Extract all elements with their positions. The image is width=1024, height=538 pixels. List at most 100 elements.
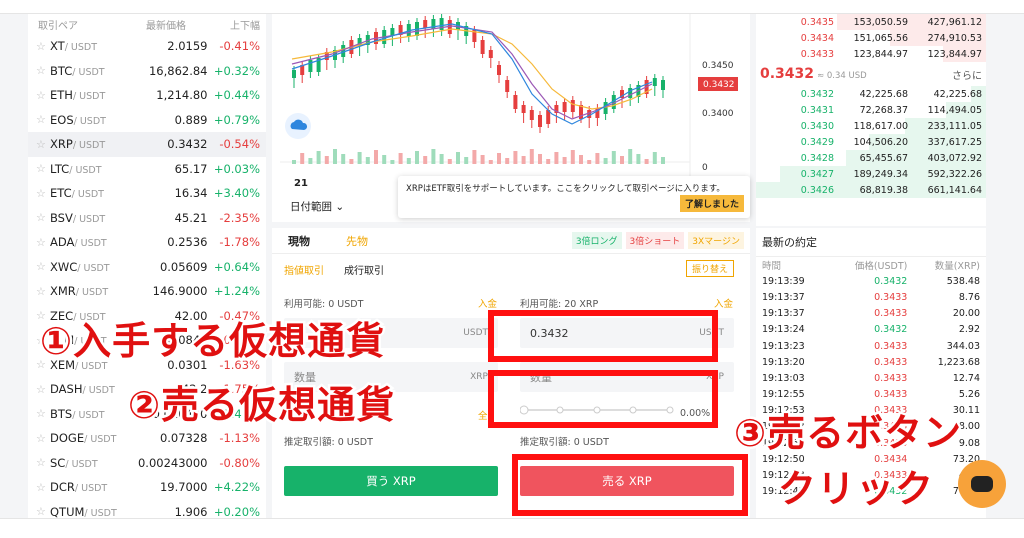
star-icon[interactable]: ☆ [36,432,50,445]
tooltip-ok-button[interactable]: 了解しました [679,195,744,212]
badge-3x-short[interactable]: 3倍ショート [625,232,685,249]
market-row[interactable]: ☆ BSV/ USDT 45.21 -2.35% [28,206,266,231]
book-amount: 104,506.20 [853,136,908,148]
tab-market[interactable]: 成行取引 [344,262,384,277]
bid-row[interactable]: 0.3427 189,249.34 592,322.26 [756,166,986,182]
market-row[interactable]: ☆ DOGE/ USDT 0.07328 -1.13% [28,426,266,451]
change-header: 上下幅 [230,20,260,32]
star-icon[interactable]: ☆ [36,187,50,200]
annotation-3-line1: ③売るボタン [731,409,963,458]
market-header: 取引ペア 最新価格 上下幅 [28,14,266,34]
star-icon[interactable]: ☆ [36,64,50,77]
last-price: 0.889 [174,112,208,127]
star-icon[interactable]: ☆ [36,236,50,249]
star-icon[interactable]: ☆ [36,138,50,151]
ask-row[interactable]: 0.3434 151,065.56 274,910.53 [756,30,986,46]
volume-bar [365,157,370,164]
buy-all-mark[interactable]: 全 [478,408,488,422]
date-label: 21 [294,178,308,189]
star-icon[interactable]: ☆ [36,162,50,175]
book-amount: 123,844.97 [853,48,908,60]
bid-row[interactable]: 0.3428 65,455.67 403,072.92 [756,150,986,166]
date-range-dropdown[interactable]: 日付範囲 ⌄ [290,200,344,213]
ask-row[interactable]: 0.3435 153,050.59 427,961.12 [756,14,986,30]
volume-bar [390,160,395,164]
star-icon[interactable]: ☆ [36,407,50,420]
market-row[interactable]: ☆ QTUM/ USDT 1.906 +0.20% [28,500,266,518]
star-icon[interactable]: ☆ [36,383,50,396]
trades-header: 時間 価格(USDT) 数量(XRP) [756,257,986,273]
sell-deposit-link[interactable]: 入金 [714,296,733,310]
volume-bar [529,149,534,164]
price-change: -1.13% [219,431,260,446]
badge-3x-margin[interactable]: 3Xマージン [688,232,744,249]
bid-row[interactable]: 0.3430 118,617.00 233,111.05 [756,118,986,134]
market-row[interactable]: ☆ SC/ USDT 0.00243000 -0.80% [28,451,266,476]
tab-futures[interactable]: 先物 [346,233,368,249]
market-row[interactable]: ☆ DCR/ USDT 19.7000 +4.22% [28,475,266,500]
market-row[interactable]: ☆ ETC/ USDT 16.34 +3.40% [28,181,266,206]
star-icon[interactable]: ☆ [36,113,50,126]
volume-bar [587,160,592,164]
chat-support-button[interactable] [958,460,1006,508]
price-change: +0.03% [213,161,260,176]
pair-name: LTC/ USDT [50,161,102,176]
market-row[interactable]: ☆ ADA/ USDT 0.2536 -1.78% [28,230,266,255]
market-row[interactable]: ☆ LTC/ USDT 65.17 +0.03% [28,157,266,182]
volume-bar [464,157,469,164]
trade-qty: 2.92 [958,324,981,336]
star-icon[interactable]: ☆ [36,211,50,224]
trade-price: 0.3432 [874,324,908,336]
chat-icon [971,476,993,492]
market-row[interactable]: ☆ XMR/ USDT 146.9000 +1.24% [28,279,266,304]
trade-row: 19:13:03 0.3433 12.74 [756,370,986,386]
volume-bar [415,151,419,164]
book-price: 0.3431 [800,104,834,116]
market-row[interactable]: ☆ EOS/ USDT 0.889 +0.79% [28,108,266,133]
pair-name: XMR/ USDT [50,284,109,299]
star-icon[interactable]: ☆ [36,89,50,102]
tooltip-text: XRPはETF取引をサポートしています。ここをクリックして取引ページに入ります。 [406,184,725,194]
price-change: +4.22% [213,480,260,495]
market-row[interactable]: ☆ XT/ USDT 2.0159 -0.41% [28,34,266,59]
bid-row[interactable]: 0.3431 72,268.37 114,494.05 [756,102,986,118]
star-icon[interactable]: ☆ [36,505,50,518]
price-header: 最新価格 [146,20,186,32]
star-icon[interactable]: ☆ [36,456,50,469]
price-label-low: 0.3400 [702,109,734,119]
trade-row: 19:13:20 0.3433 1,223.68 [756,354,986,370]
last-price: 146.9000 [152,284,208,299]
ask-row[interactable]: 0.3433 123,844.97 123,844.97 [756,46,986,62]
badge-3x-long[interactable]: 3倍ロング [571,232,622,249]
trade-row: 19:13:23 0.3433 344.03 [756,338,986,354]
volume-bar [439,154,444,164]
book-total: 661,141.64 [927,184,982,196]
volume-bar [652,152,657,164]
star-icon[interactable]: ☆ [36,285,50,298]
price-change: +3.40% [213,186,260,201]
more-link[interactable]: さらに [952,67,982,82]
bid-row[interactable]: 0.3426 68,819.38 661,141.64 [756,182,986,198]
last-price: 16.34 [174,186,208,201]
star-icon[interactable]: ☆ [36,40,50,53]
market-row[interactable]: ☆ BTC/ USDT 16,862.84 +0.32% [28,59,266,84]
volume-bar [382,155,387,164]
buy-deposit-link[interactable]: 入金 [478,296,497,310]
bid-row[interactable]: 0.3432 42,225.68 42,225.68 [756,86,986,102]
market-row[interactable]: ☆ XWC/ USDT 0.05609 +0.64% [28,255,266,280]
bid-row[interactable]: 0.3429 104,506.20 337,617.25 [756,134,986,150]
star-icon[interactable]: ☆ [36,481,50,494]
market-row[interactable]: ☆ ETH/ USDT 1,214.80 +0.44% [28,83,266,108]
trade-time: 19:13:24 [762,324,805,336]
tab-limit[interactable]: 指値取引 [284,262,324,277]
transfer-button[interactable]: 振り替え [685,260,734,277]
market-row[interactable]: ☆ XRP/ USDT 0.3432 -0.54% [28,132,266,157]
buy-button[interactable]: 買う XRP [284,466,498,496]
tab-spot[interactable]: 現物 [288,233,310,249]
star-icon[interactable]: ☆ [36,260,50,273]
trade-qty: 344.03 [946,340,981,352]
trade-price-header: 価格(USDT) [854,261,908,273]
cloud-icon[interactable] [285,113,311,139]
bottom-bar [0,518,1024,538]
mid-usd: ≈ 0.34 USD [817,71,867,81]
